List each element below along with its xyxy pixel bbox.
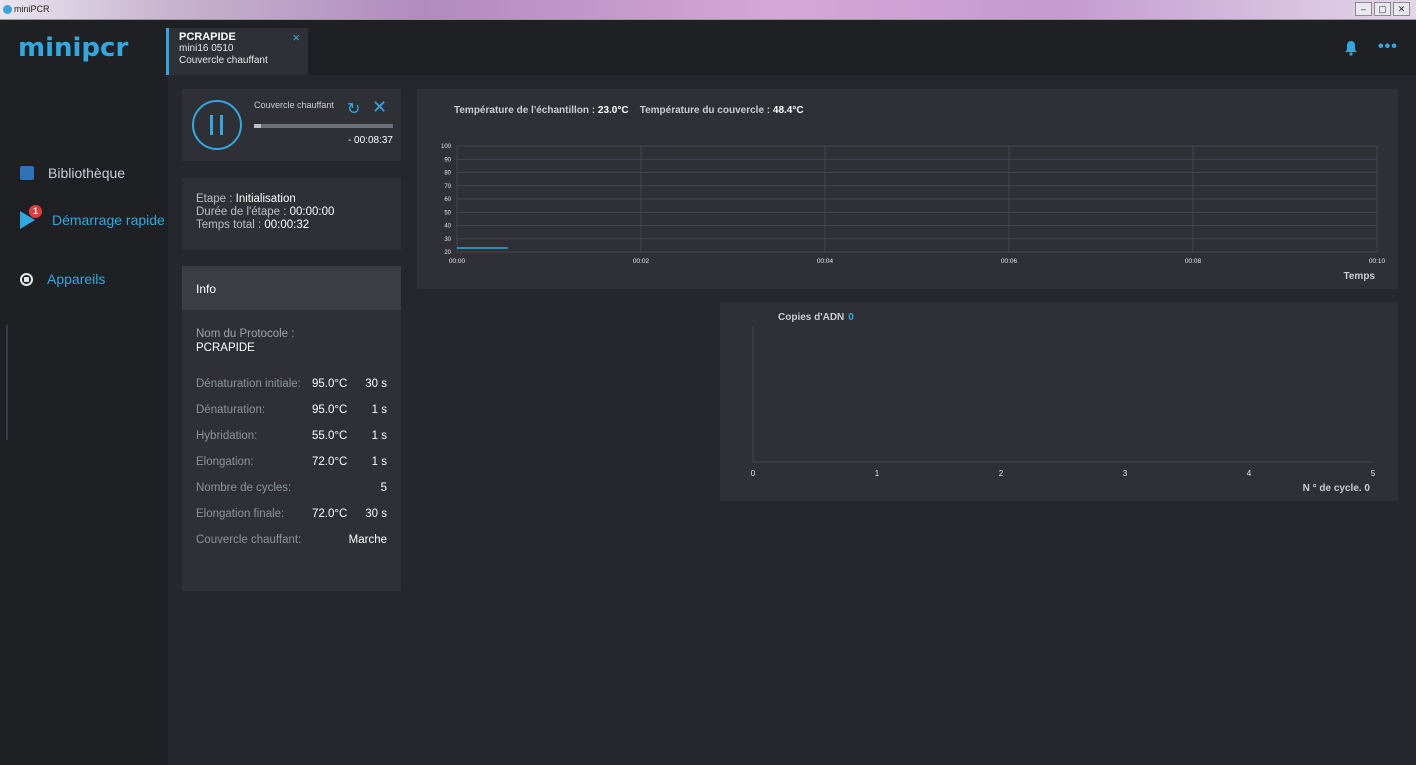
sidebar-item-demarrage-rapide[interactable]: 1 Démarrage rapide	[20, 205, 165, 229]
x-tick-label: 00:02	[633, 258, 650, 265]
step-value: Initialisation	[235, 193, 296, 205]
y-tick-label: 90	[444, 157, 451, 163]
protocol-name-label: Nom du Protocole :	[196, 328, 295, 340]
temperature-chart-panel: Température de l'échantillon : 23.0°C Te…	[417, 89, 1398, 289]
x-tick-label: 2	[999, 469, 1004, 478]
book-icon	[20, 166, 34, 180]
x-tick-label: 4	[1247, 469, 1252, 478]
window-title: miniPCR	[14, 4, 50, 14]
info-row-time: 1 s	[371, 456, 387, 468]
total-time-label: Temps total :	[196, 219, 265, 231]
info-row-temp: 95.0°C	[312, 378, 348, 390]
run-progress-fill	[254, 124, 261, 128]
close-window-button[interactable]: ✕	[1393, 2, 1410, 16]
dna-copies-chart: 0 1 2 3 4 5N ° de cycle. 0	[751, 327, 1376, 494]
step-duration-value: 00:00:00	[289, 206, 335, 218]
step-duration-label: Durée de l'étape :	[196, 206, 290, 218]
info-row-time: 5	[380, 482, 387, 494]
x-tick-label: 00:06	[1001, 258, 1018, 265]
tab-close-icon[interactable]: ×	[292, 30, 300, 45]
info-row-key: Dénaturation initiale:	[196, 378, 301, 390]
x-tick-label: 00:00	[449, 258, 466, 265]
info-row-key: Elongation finale:	[196, 508, 285, 520]
step-status-panel: Etape : Initialisation Durée de l'étape …	[182, 178, 401, 250]
info-row: Nombre de cycles: 5	[196, 482, 387, 508]
info-row-key: Nombre de cycles:	[196, 482, 292, 494]
sidebar-item-appareils[interactable]: Appareils	[20, 271, 105, 287]
step-label: Etape :	[196, 193, 236, 205]
y-tick-label: 20	[444, 250, 451, 256]
remaining-time: - 00:08:37	[347, 135, 393, 146]
info-row-temp: 72.0°C	[312, 508, 348, 520]
y-tick-label: 100	[441, 144, 452, 150]
stop-run-icon[interactable]: ✕	[372, 97, 387, 118]
y-tick-label: 40	[444, 224, 451, 230]
sidebar-item-bibliotheque[interactable]: Bibliothèque	[20, 165, 125, 181]
info-row: Elongation finale: 72.0°C 30 s	[196, 508, 387, 534]
notification-badge: 1	[29, 205, 42, 218]
info-row-time: 30 s	[365, 508, 387, 520]
info-row-temp: 95.0°C	[312, 404, 348, 416]
info-panel: Info Nom du Protocole : PCRAPIDE Dénatur…	[182, 266, 401, 591]
temperature-chart: 20 30 40 50 60 70 80 90 100 00:00 00:02 00:04 00:06 0…	[441, 144, 1386, 282]
y-tick-label: 80	[444, 171, 451, 177]
info-row: Dénaturation initiale: 95.0°C 30 s	[196, 378, 387, 404]
info-row: Elongation: 72.0°C 1 s	[196, 456, 387, 482]
x-tick-label: 00:10	[1369, 258, 1386, 265]
info-row-time: 1 s	[371, 404, 387, 416]
device-icon	[20, 272, 33, 286]
x-axis-label: Temps	[1344, 271, 1376, 282]
info-row-temp: 55.0°C	[312, 430, 348, 442]
y-tick-label: 50	[444, 210, 451, 216]
dna-copies-chart-panel: Copies d'ADN 0 012345N ° de cycle. 0	[720, 302, 1398, 501]
info-row-time: Marche	[348, 534, 387, 546]
sidebar-item-label: Bibliothèque	[48, 165, 126, 181]
info-row-time: 30 s	[365, 378, 387, 390]
run-progress-bar	[254, 124, 393, 128]
info-row-key: Couvercle chauffant:	[196, 534, 302, 546]
tab-pcrapide[interactable]: PCRAPIDE mini16 0510 Couvercle chauffant…	[166, 28, 308, 75]
tab-device-name: mini16 0510	[179, 43, 234, 54]
run-control-panel: Couvercle chauffant ↻ ✕ - 00:08:37	[182, 89, 401, 161]
info-row: Hybridation: 55.0°C 1 s	[196, 430, 387, 456]
x-axis-label: N ° de cycle. 0	[1303, 483, 1371, 494]
protocol-name-value: PCRAPIDE	[196, 342, 255, 354]
bell-icon[interactable]	[1344, 40, 1358, 56]
tab-status: Couvercle chauffant	[179, 55, 268, 66]
more-menu-icon[interactable]: •••	[1378, 38, 1398, 56]
info-row-key: Dénaturation:	[196, 404, 266, 416]
info-row-key: Elongation:	[196, 456, 254, 468]
minimize-button[interactable]: –	[1355, 2, 1372, 16]
run-stage-label: Couvercle chauffant	[254, 100, 334, 110]
x-tick-label: 00:04	[817, 258, 834, 265]
window-titlebar: miniPCR – ▢ ✕	[0, 0, 1416, 20]
x-tick-label: 0	[751, 469, 756, 478]
y-tick-label: 70	[444, 184, 451, 190]
x-tick-label: 1	[875, 469, 880, 478]
y-tick-label: 30	[444, 237, 451, 243]
x-tick-label: 5	[1371, 469, 1376, 478]
info-row: Dénaturation: 95.0°C 1 s	[196, 404, 387, 430]
sidebar-item-label: Appareils	[47, 271, 106, 287]
info-row-time: 1 s	[371, 430, 387, 442]
total-time-value: 00:00:32	[264, 219, 310, 231]
maximize-button[interactable]: ▢	[1374, 2, 1391, 16]
info-row: Couvercle chauffant: Marche	[196, 534, 387, 560]
tab-protocol-name: PCRAPIDE	[179, 31, 236, 43]
x-tick-label: 3	[1123, 469, 1128, 478]
app-logo: minipcr	[18, 33, 129, 63]
sidebar: Bibliothèque 1 Démarrage rapide Appareil…	[0, 75, 168, 765]
sidebar-item-label: Démarrage rapide	[52, 212, 165, 228]
info-row-key: Hybridation:	[196, 430, 258, 442]
info-header: Info	[182, 266, 401, 310]
app-icon	[3, 5, 12, 14]
pause-button[interactable]	[192, 100, 242, 150]
refresh-icon[interactable]: ↻	[347, 99, 360, 119]
x-tick-label: 00:08	[1185, 258, 1202, 265]
info-row-temp: 72.0°C	[312, 456, 348, 468]
y-tick-label: 60	[444, 197, 451, 203]
